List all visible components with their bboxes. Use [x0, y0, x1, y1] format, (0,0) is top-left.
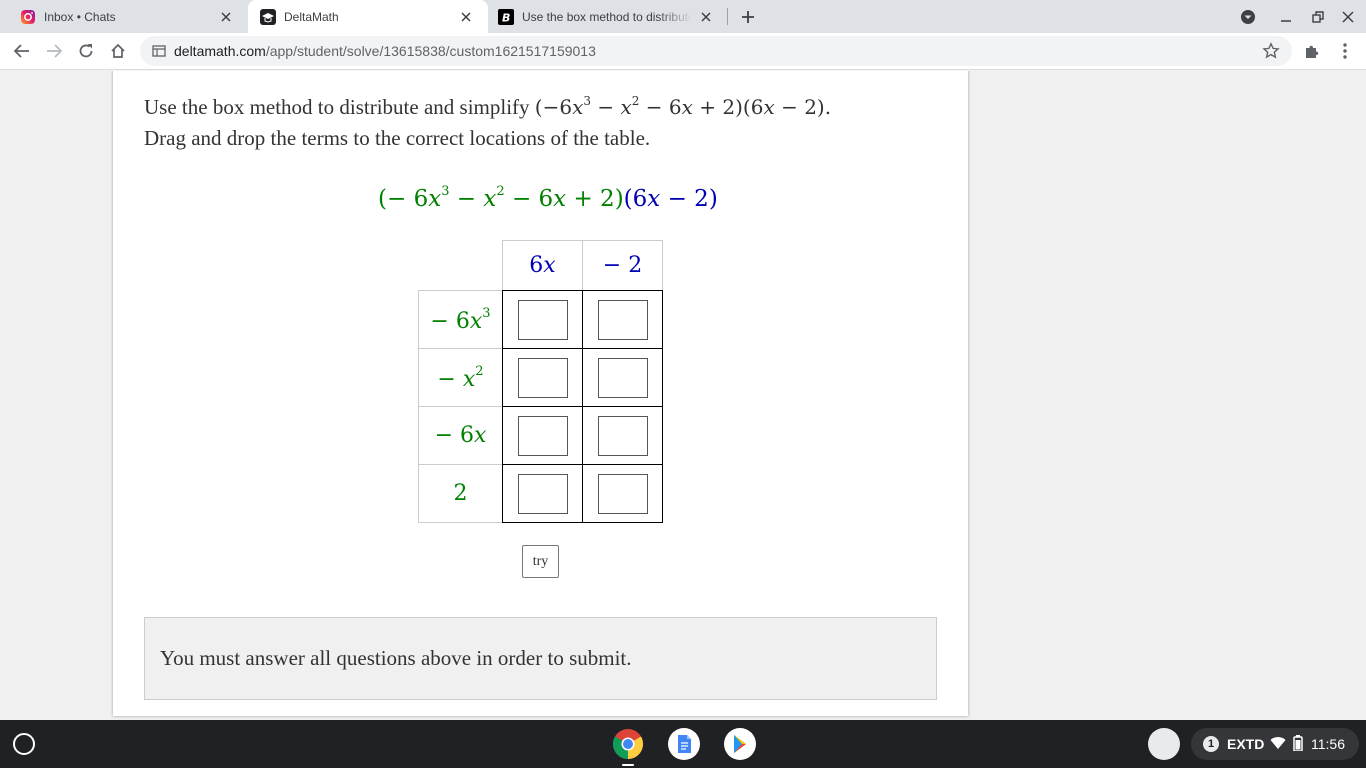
- bookmark-star-icon[interactable]: [1262, 42, 1280, 60]
- chrome-icon[interactable]: [612, 728, 644, 760]
- close-icon[interactable]: [218, 9, 234, 25]
- answer-cell: [582, 464, 663, 523]
- drop-zone[interactable]: [517, 473, 568, 514]
- tab-strip: Inbox • Chats DeltaMath B Use the box me…: [0, 0, 1366, 33]
- drop-zone[interactable]: [597, 415, 648, 456]
- tab-separator: [727, 8, 728, 25]
- display-mode-label: EXTD: [1227, 736, 1265, 752]
- column-header-6x: 6x: [502, 240, 583, 291]
- status-tray[interactable]: 1 EXTD 11:56: [1191, 728, 1359, 760]
- menu-kebab-icon[interactable]: [1335, 41, 1355, 61]
- answer-cell: [582, 348, 663, 407]
- new-tab-button[interactable]: [737, 6, 759, 28]
- problem-card: Use the box method to distribute and sim…: [113, 71, 968, 716]
- submit-notice: You must answer all questions above in o…: [144, 617, 937, 700]
- launcher-icon[interactable]: [13, 733, 35, 755]
- tab-brainly[interactable]: B Use the box method to distribute: [488, 0, 728, 33]
- answer-cell: [502, 464, 583, 523]
- site-info-icon[interactable]: [152, 44, 166, 58]
- url-text: deltamath.com/app/student/solve/13615838…: [174, 43, 596, 59]
- battery-icon: [1293, 735, 1303, 754]
- back-button[interactable]: [10, 39, 34, 63]
- home-button[interactable]: [106, 39, 130, 63]
- close-icon[interactable]: [458, 9, 474, 25]
- wifi-icon: [1270, 736, 1286, 753]
- close-window-button[interactable]: [1337, 6, 1359, 28]
- url-path: /app/student/solve/13615838/custom162151…: [265, 43, 596, 59]
- tab-deltamath[interactable]: DeltaMath: [248, 0, 488, 33]
- tab-instagram[interactable]: Inbox • Chats: [0, 0, 248, 33]
- svg-text:B: B: [502, 11, 510, 24]
- page-viewport: Use the box method to distribute and sim…: [0, 71, 1366, 720]
- reload-button[interactable]: [74, 39, 98, 63]
- drop-zone[interactable]: [517, 415, 568, 456]
- problem-prompt: Use the box method to distribute and sim…: [144, 86, 944, 154]
- row-header-minus-x2: − x2: [418, 348, 503, 407]
- drop-zone[interactable]: [597, 357, 648, 398]
- drop-zone[interactable]: [597, 299, 648, 340]
- prompt-line-1: Use the box method to distribute and sim…: [144, 95, 530, 119]
- try-button[interactable]: try: [522, 545, 559, 578]
- minimize-button[interactable]: [1275, 6, 1297, 28]
- instagram-icon: [20, 9, 36, 25]
- browser-toolbar: deltamath.com/app/student/solve/13615838…: [0, 33, 1366, 70]
- submit-notice-text: You must answer all questions above in o…: [160, 646, 632, 670]
- tab-title: Use the box method to distribute: [522, 9, 692, 24]
- row-header-minus-6x3: − 6x3: [418, 290, 503, 349]
- graduation-cap-icon: [260, 8, 276, 25]
- prompt-line-2: Drag and drop the terms to the correct l…: [144, 126, 651, 150]
- column-header-minus-2: − 2: [582, 240, 663, 291]
- forward-button[interactable]: [42, 39, 66, 63]
- running-indicator: [622, 764, 634, 766]
- row-header-minus-6x: − 6x: [418, 406, 503, 465]
- answer-cell: [502, 290, 583, 349]
- tab-search-button[interactable]: [1237, 6, 1259, 28]
- url-host: deltamath.com: [174, 43, 266, 59]
- clock: 11:56: [1311, 736, 1345, 752]
- notification-count-badge: 1: [1203, 736, 1219, 752]
- extensions-puzzle-icon[interactable]: [1302, 41, 1322, 61]
- answer-cell: [502, 348, 583, 407]
- factored-expression: (− 6x3 − x2 − 6x + 2)(6x − 2): [378, 184, 718, 212]
- drop-zone[interactable]: [517, 299, 568, 340]
- close-icon[interactable]: [698, 9, 714, 25]
- drop-zone[interactable]: [517, 357, 568, 398]
- tab-title: DeltaMath: [284, 9, 339, 24]
- user-avatar[interactable]: [1148, 728, 1180, 760]
- address-bar[interactable]: deltamath.com/app/student/solve/13615838…: [140, 36, 1292, 66]
- os-shelf: 1 EXTD 11:56: [0, 720, 1366, 768]
- row-header-2: 2: [418, 464, 503, 523]
- prompt-expression: (−6x3 − x2 − 6x + 2)(6x − 2).: [534, 94, 832, 119]
- tab-title: Inbox • Chats: [44, 9, 116, 24]
- answer-cell: [502, 406, 583, 465]
- drop-zone[interactable]: [597, 473, 648, 514]
- brainly-icon: B: [498, 8, 514, 25]
- restore-button[interactable]: [1307, 6, 1329, 28]
- play-store-icon[interactable]: [724, 728, 756, 760]
- docs-icon[interactable]: [668, 728, 700, 760]
- answer-cell: [582, 406, 663, 465]
- answer-cell: [582, 290, 663, 349]
